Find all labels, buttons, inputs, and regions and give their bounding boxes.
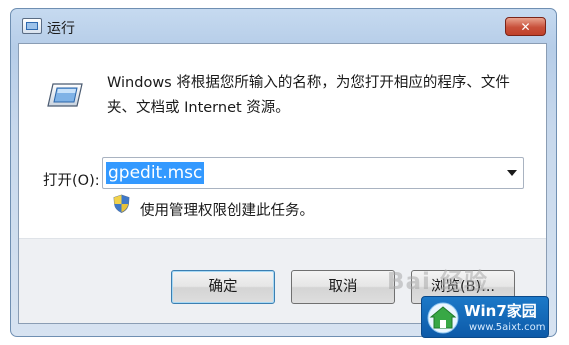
ok-button[interactable]: 确定 xyxy=(171,270,275,304)
house-icon xyxy=(427,302,459,334)
uac-shield-icon xyxy=(113,194,130,213)
site-url: www.5aixt.com xyxy=(469,322,546,333)
command-input[interactable]: gpedit.msc xyxy=(106,162,205,184)
run-icon xyxy=(22,18,42,34)
close-icon: ✕ xyxy=(520,20,531,34)
command-combobox[interactable]: gpedit.msc xyxy=(102,157,524,189)
cancel-button[interactable]: 取消 xyxy=(291,270,395,304)
window-title: 运行 xyxy=(47,21,75,37)
admin-privilege-note: 使用管理权限创建此任务。 xyxy=(140,203,314,219)
close-button[interactable]: ✕ xyxy=(505,17,546,36)
chevron-down-icon[interactable] xyxy=(507,170,517,176)
dialog-description: Windows 将根据您所输入的名称，为您打开相应的程序、文件夹、文档或 Int… xyxy=(107,75,510,116)
baidu-watermark: Bai 经验 xyxy=(387,269,488,295)
site-badge: Win7家园 www.5aixt.com xyxy=(421,296,549,338)
open-label: 打开(O): xyxy=(43,173,100,189)
run-program-icon xyxy=(47,83,83,107)
site-name: Win7家园 xyxy=(464,302,537,320)
title-bar[interactable]: 运行 ✕ xyxy=(11,9,556,43)
